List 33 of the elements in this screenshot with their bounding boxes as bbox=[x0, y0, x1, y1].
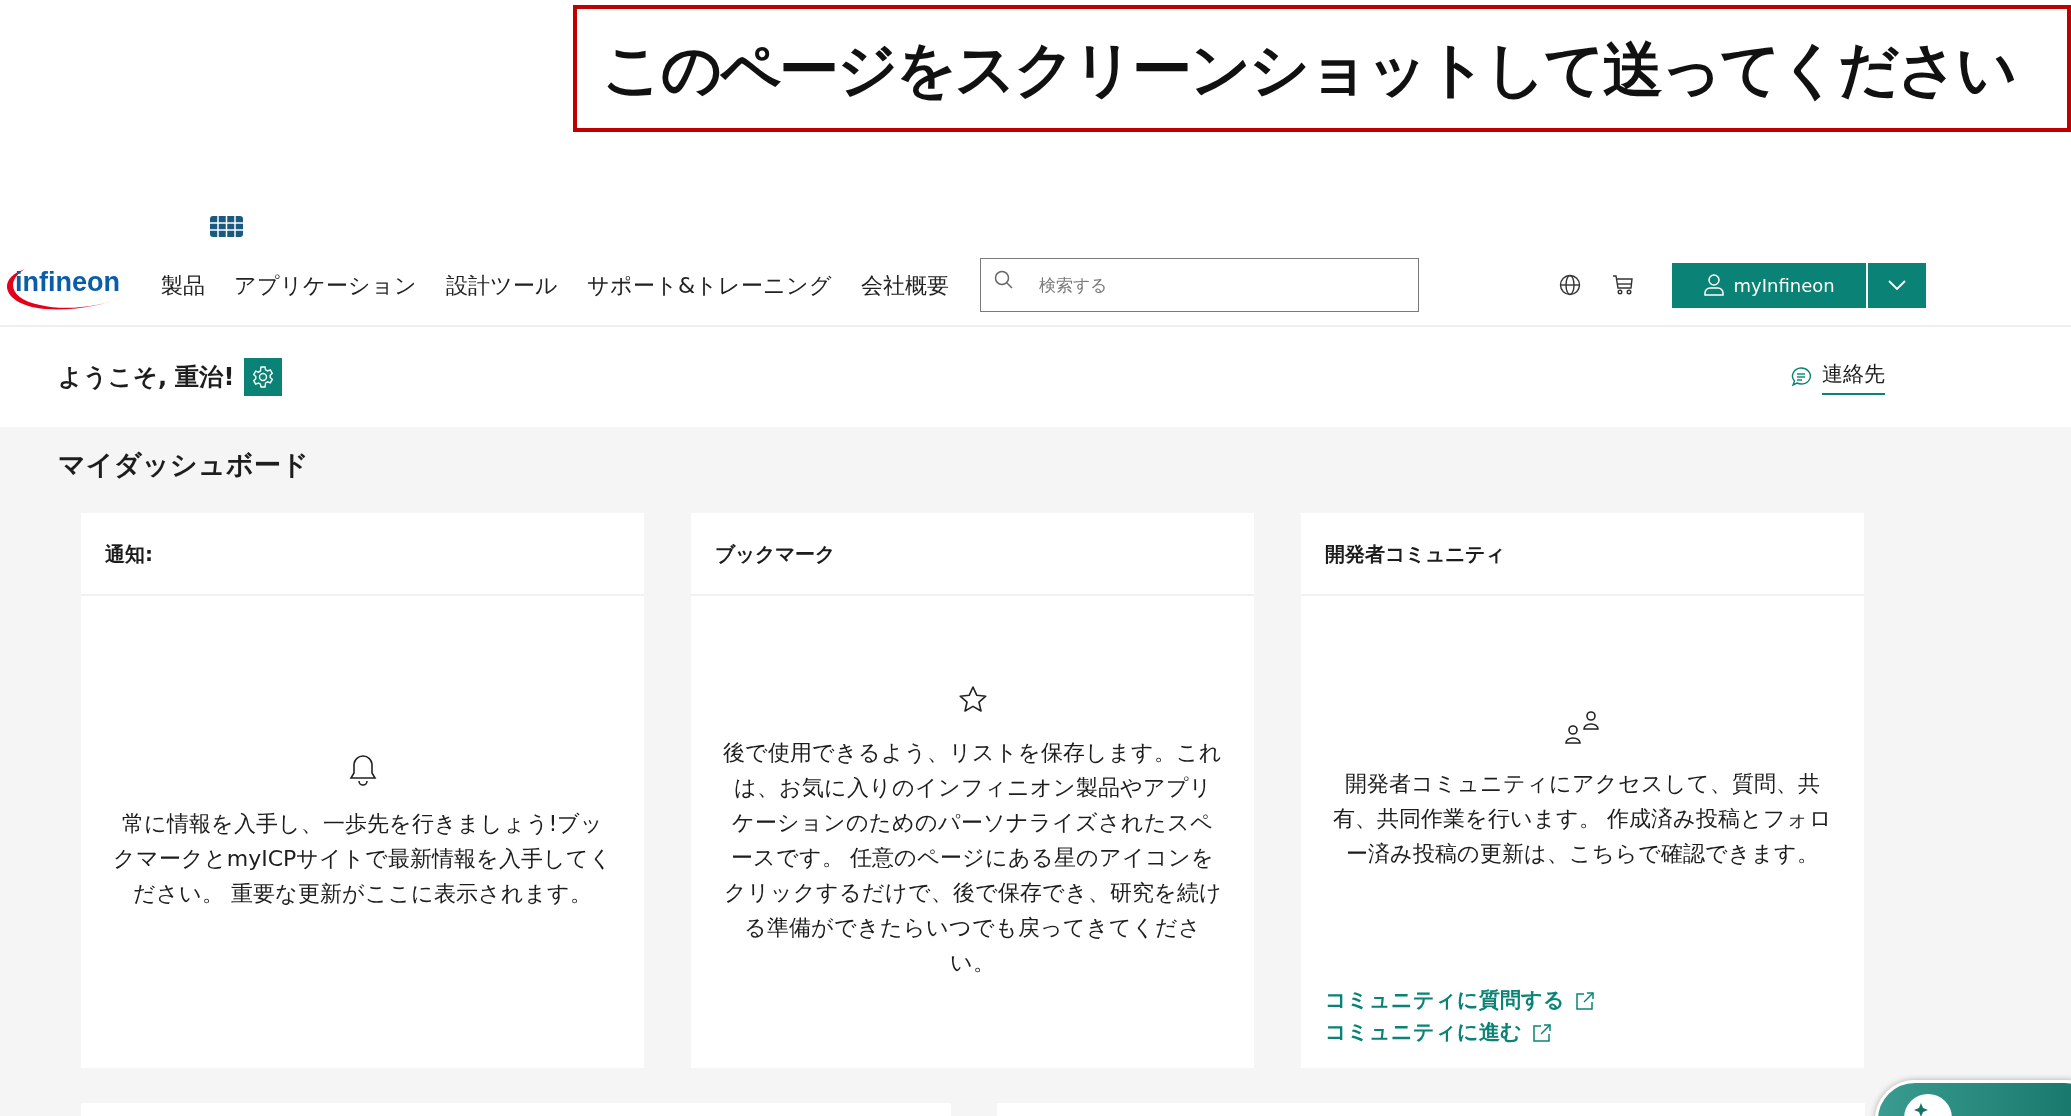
bell-icon bbox=[348, 753, 377, 786]
external-link-icon bbox=[1575, 991, 1595, 1012]
nav-link[interactable]: 会社概要 bbox=[861, 268, 950, 302]
welcome-heading: ようこそ, 重治! bbox=[58, 362, 235, 393]
community-link[interactable]: コミュニティに進む bbox=[1325, 1016, 1552, 1049]
card-description: 後で使用できるよう、リストを保存します。これは、お気に入りのインフィニオン製品やアプリケーションのためのパーソナライズされたスペースです。 任意のページにある星のアイコンをクリックするだけで、後で保存でき、研究を続ける準備ができたらいつでも戻ってきてください。 bbox=[722, 738, 1223, 977]
settings-icon bbox=[251, 365, 276, 389]
card-title: ブックマーク bbox=[691, 513, 1254, 597]
dropdown-button[interactable] bbox=[1868, 262, 1927, 308]
card-description: 開発者コミュニティにアクセスして、質問、共有、共同作業を行います。 作成済み投稿とフォロー済み投稿の更新は、こちらで確認できます。 bbox=[1332, 770, 1833, 869]
nav-link[interactable]: 製品 bbox=[161, 268, 205, 302]
people-icon bbox=[1563, 710, 1602, 747]
card-title: 開発者コミュニティ bbox=[1301, 513, 1864, 597]
user-icon bbox=[1703, 274, 1724, 296]
grid-icon bbox=[210, 216, 243, 237]
star-icon bbox=[957, 684, 988, 715]
caret-icon bbox=[1888, 280, 1907, 290]
contact-link[interactable]: 連絡先 bbox=[1822, 359, 1885, 395]
external-link-icon bbox=[1532, 1022, 1552, 1043]
settings-button[interactable] bbox=[244, 358, 283, 396]
annotation-banner: このページをスクリーンショットして送ってください bbox=[573, 5, 2071, 132]
globe-icon[interactable] bbox=[1559, 274, 1582, 296]
myinfineon-button[interactable]: myInfineon bbox=[1672, 262, 1867, 308]
nav-link[interactable]: サポート&トレーニング bbox=[587, 268, 833, 302]
card-description: 常に情報を入手し、一歩先を行きましょう!ブックマークとmyICPサイトで最新情報を入手してください。 重要な更新がここに表示されます。 bbox=[112, 809, 613, 908]
cart-icon[interactable] bbox=[1612, 274, 1635, 296]
chat-icon bbox=[1790, 366, 1812, 388]
nav-link[interactable]: 設計ツール bbox=[446, 268, 558, 302]
search-field[interactable]: 検索する bbox=[980, 258, 1420, 312]
nav-link[interactable]: アプリケーション bbox=[234, 268, 417, 302]
card-title: 通知: bbox=[81, 513, 644, 597]
dashboard-title: マイダッシュボード bbox=[58, 449, 310, 482]
community-link[interactable]: コミュニティに質問する bbox=[1325, 985, 1595, 1017]
